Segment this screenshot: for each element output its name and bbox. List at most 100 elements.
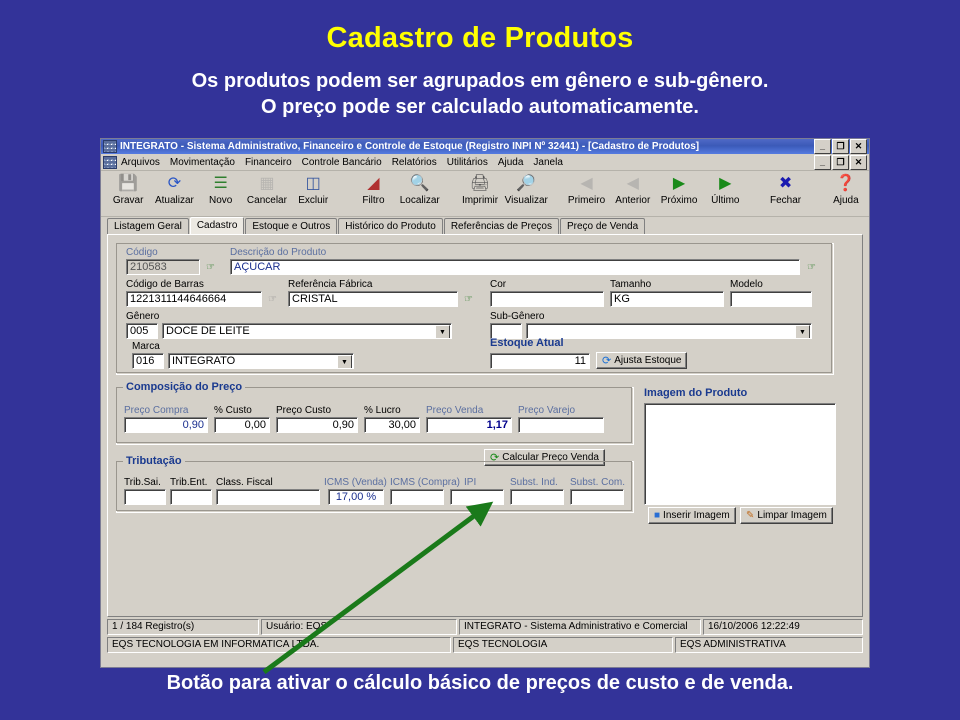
- cancel-icon: ▦: [259, 175, 275, 192]
- toolbar-button-atualizar[interactable]: ⟳ Atualizar: [151, 174, 197, 207]
- toolbar-label: Localizar: [399, 195, 440, 206]
- icms-venda-input[interactable]: 17,00 %: [328, 489, 384, 505]
- toolbar-button-ajuda[interactable]: ❓ Ajuda: [823, 174, 869, 207]
- slide-caption: Botão para ativar o cálculo básico de pr…: [166, 672, 794, 694]
- class-fiscal-input[interactable]: [216, 489, 320, 505]
- toolbar-button-localizar[interactable]: 🔍 Localizar: [397, 174, 443, 207]
- ajusta-estoque-button[interactable]: ⟳ Ajusta Estoque: [596, 352, 688, 369]
- genero-combo-value: DOCE DE LEITE: [166, 325, 250, 337]
- tab-referencias-de-precos[interactable]: Referências de Preços: [443, 218, 559, 234]
- tab-estoque-e-outros[interactable]: Estoque e Outros: [245, 218, 338, 234]
- chevron-down-icon[interactable]: ▼: [435, 325, 450, 338]
- child-minimize-button[interactable]: _: [814, 154, 831, 170]
- modelo-label: Modelo: [730, 279, 763, 290]
- referencia-fabrica-label: Referência Fábrica: [288, 279, 373, 290]
- close-button[interactable]: ✕: [850, 139, 867, 154]
- trib-sai-input[interactable]: [124, 489, 166, 505]
- subst-ind-input[interactable]: [510, 489, 564, 505]
- print-icon: 🖨: [469, 175, 491, 192]
- tab-preco-de-venda[interactable]: Preço de Venda: [560, 218, 646, 234]
- previous-record-icon: ◀: [626, 175, 639, 192]
- genero-combo[interactable]: DOCE DE LEITE ▼: [162, 323, 452, 339]
- tab-historico-do-produto[interactable]: Histórico do Produto: [338, 218, 443, 234]
- menu-item-utilitarios[interactable]: Utilitários: [447, 157, 488, 168]
- trib-ent-label: Trib.Ent.: [170, 477, 208, 488]
- menu-item-ajuda[interactable]: Ajuda: [498, 157, 524, 168]
- referencia-fabrica-lookup-icon[interactable]: ☞: [462, 293, 475, 306]
- minimize-button[interactable]: _: [814, 139, 831, 154]
- toolbar-button-primeiro[interactable]: ◀ Primeiro: [563, 174, 609, 207]
- limpar-imagem-button[interactable]: ✎ Limpar Imagem: [740, 507, 833, 524]
- icms-compra-input[interactable]: [390, 489, 444, 505]
- preco-compra-input[interactable]: 0,90: [124, 417, 208, 433]
- preco-varejo-input[interactable]: [518, 417, 604, 433]
- referencia-fabrica-input[interactable]: CRISTAL: [288, 291, 458, 307]
- subgenero-combo[interactable]: ▼: [526, 323, 812, 339]
- codigo-input[interactable]: 210583: [126, 259, 200, 275]
- help-icon: ❓: [835, 175, 856, 192]
- menu-item-relatorios[interactable]: Relatórios: [392, 157, 437, 168]
- toolbar-button-proximo[interactable]: ▶ Próximo: [656, 174, 702, 207]
- subst-com-input[interactable]: [570, 489, 624, 505]
- first-record-icon: ◀: [580, 175, 593, 192]
- composicao-preco-group: Composição do Preço: [116, 381, 634, 445]
- inserir-imagem-button[interactable]: ■ Inserir Imagem: [648, 507, 736, 524]
- genero-label: Gênero: [126, 311, 160, 322]
- status-bar: 1 / 184 Registro(s) Usuário: EQS INTEGRA…: [107, 619, 863, 635]
- toolbar-button-novo[interactable]: ☰ Novo: [198, 174, 244, 207]
- child-restore-button[interactable]: ❐: [832, 154, 849, 170]
- subst-ind-label: Subst. Ind.: [510, 477, 558, 488]
- trib-ent-input[interactable]: [170, 489, 212, 505]
- imagem-produto-title: Imagem do Produto: [644, 387, 748, 399]
- menu-item-janela[interactable]: Janela: [533, 157, 562, 168]
- chevron-down-icon[interactable]: ▼: [337, 355, 352, 368]
- codigo-lookup-icon[interactable]: ☞: [204, 261, 217, 274]
- tab-listagem-geral[interactable]: Listagem Geral: [107, 218, 189, 234]
- imagem-produto-preview[interactable]: [644, 403, 836, 505]
- menu-item-arquivos[interactable]: Arquivos: [121, 157, 160, 168]
- toolbar-button-gravar[interactable]: 💾 Gravar: [105, 174, 151, 207]
- preview-icon: 🔎: [516, 175, 537, 192]
- preco-venda-input[interactable]: 1,17: [426, 417, 512, 433]
- codigo-barras-lookup-icon[interactable]: ☞: [266, 293, 279, 306]
- percent-custo-input[interactable]: 0,00: [214, 417, 270, 433]
- codigo-barras-input[interactable]: 1221311144646664: [126, 291, 262, 307]
- estoque-atual-input[interactable]: 11: [490, 353, 590, 369]
- toolbar-button-fechar[interactable]: ✖ Fechar: [762, 174, 808, 207]
- toolbar-button-cancelar[interactable]: ▦ Cancelar: [244, 174, 290, 207]
- ipi-input[interactable]: [450, 489, 504, 505]
- toolbar-button-imprimir[interactable]: 🖨 Imprimir: [457, 174, 503, 207]
- percent-lucro-label: % Lucro: [364, 405, 401, 416]
- refresh-icon: ⟳: [602, 355, 612, 367]
- descricao-lookup-icon[interactable]: ☞: [805, 261, 818, 274]
- toolbar-button-visualizar[interactable]: 🔎 Visualizar: [503, 174, 549, 207]
- genero-code-input[interactable]: 005: [126, 323, 158, 339]
- subgenero-label: Sub-Gênero: [490, 311, 545, 322]
- menu-item-controle-bancario[interactable]: Controle Bancário: [302, 157, 382, 168]
- marca-code-input[interactable]: 016: [132, 353, 164, 369]
- window-titlebar: INTEGRATO - Sistema Administrativo, Fina…: [101, 139, 869, 154]
- restore-button[interactable]: ❐: [832, 139, 849, 154]
- toolbar-button-excluir[interactable]: ◫ Excluir: [290, 174, 336, 207]
- toolbar-button-filtro[interactable]: ◢ Filtro: [350, 174, 396, 207]
- tab-cadastro[interactable]: Cadastro: [189, 217, 245, 235]
- trib-sai-label: Trib.Sai.: [124, 477, 161, 488]
- insert-image-icon: ■: [654, 510, 661, 521]
- descricao-input[interactable]: AÇÚCAR: [230, 259, 800, 275]
- cor-input[interactable]: [490, 291, 604, 307]
- menu-item-financeiro[interactable]: Financeiro: [245, 157, 292, 168]
- menu-item-movimentacao[interactable]: Movimentação: [170, 157, 235, 168]
- chevron-down-icon[interactable]: ▼: [795, 325, 810, 338]
- modelo-input[interactable]: [730, 291, 812, 307]
- subst-com-label: Subst. Com.: [570, 477, 626, 488]
- toolbar-label: Excluir: [298, 195, 329, 206]
- toolbar-button-anterior[interactable]: ◀ Anterior: [610, 174, 656, 207]
- tab-strip: Listagem Geral Cadastro Estoque e Outros…: [101, 217, 869, 235]
- toolbar-label: Filtro: [362, 195, 385, 206]
- marca-combo[interactable]: INTEGRATO ▼: [168, 353, 354, 369]
- child-close-button[interactable]: ✕: [850, 154, 867, 170]
- tamanho-input[interactable]: KG: [610, 291, 724, 307]
- percent-lucro-input[interactable]: 30,00: [364, 417, 420, 433]
- toolbar-button-ultimo[interactable]: ▶ Último: [702, 174, 748, 207]
- preco-custo-input[interactable]: 0,90: [276, 417, 358, 433]
